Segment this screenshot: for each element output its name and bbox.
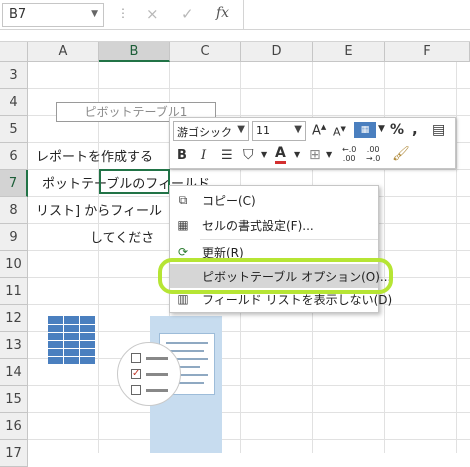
row-header-12[interactable]: 12 <box>0 305 28 332</box>
name-box[interactable]: B7 ▼ <box>2 3 104 27</box>
row-header-6[interactable]: 6 <box>0 143 28 170</box>
pivot-instruction-line-4: してくださ <box>90 231 155 246</box>
name-box-value: B7 <box>9 7 27 22</box>
row-header-16[interactable]: 16 <box>0 413 28 440</box>
column-header-d[interactable]: D <box>241 42 313 62</box>
font-name-value: 游ゴシック <box>177 126 232 139</box>
chevron-down-icon[interactable]: ▼ <box>261 150 267 159</box>
menu-item-copy[interactable]: ⧉ コピー(C) <box>170 188 378 212</box>
drag-handle-icon[interactable]: ⋮ <box>117 6 129 20</box>
highlight-annotation <box>158 258 393 294</box>
italic-button[interactable]: I <box>201 148 206 163</box>
row-header-4[interactable]: 4 <box>0 89 28 116</box>
font-size-select[interactable]: 11 ▼ <box>252 121 306 141</box>
format-table-icon[interactable]: ▤ <box>432 122 445 138</box>
format-painter-icon[interactable]: 🖌 <box>392 146 410 162</box>
row-header-10[interactable]: 10 <box>0 251 28 278</box>
number-format-icon[interactable]: ▦ <box>354 122 376 138</box>
font-name-select[interactable]: 游ゴシック ▼ <box>173 121 249 141</box>
row-header-5[interactable]: 5 <box>0 116 28 143</box>
table-illustration-icon <box>48 316 95 364</box>
decrease-font-size-button[interactable]: A▼ <box>333 125 346 139</box>
mini-toolbar: 游ゴシック ▼ 11 ▼ A▲ A▼ ▦ ▼ % , ▤ B I ☰ ⛉ ▼ A… <box>169 117 456 169</box>
chevron-down-icon[interactable]: ▼ <box>294 150 300 159</box>
row-header-15[interactable]: 15 <box>0 386 28 413</box>
select-all-corner[interactable] <box>0 42 28 62</box>
column-header-c[interactable]: C <box>170 42 241 62</box>
column-header-b[interactable]: B <box>99 42 170 62</box>
fill-color-icon[interactable]: ⛉ <box>243 147 254 163</box>
row-header-11[interactable]: 11 <box>0 278 28 305</box>
formula-input-area <box>0 30 470 42</box>
checklist-illustration-icon: ✓ <box>117 342 181 406</box>
increase-font-size-button[interactable]: A▲ <box>312 123 326 138</box>
pivot-instruction-line-3: リスト] からフィール <box>36 204 162 219</box>
chevron-down-icon[interactable]: ▼ <box>378 124 385 134</box>
formula-divider <box>243 0 244 30</box>
row-header-17[interactable]: 17 <box>0 440 28 467</box>
menu-item-label: コピー(C) <box>202 194 256 208</box>
active-cell-b7[interactable] <box>99 169 170 194</box>
row-header-9[interactable]: 9 <box>0 224 28 251</box>
row-header-3[interactable]: 3 <box>0 62 28 89</box>
font-color-button[interactable]: A <box>275 146 286 164</box>
font-size-value: 11 <box>256 124 270 137</box>
row-header-7[interactable]: 7 <box>0 170 28 197</box>
row-header-14[interactable]: 14 <box>0 359 28 386</box>
comma-style-button[interactable]: , <box>412 120 418 138</box>
insert-function-icon[interactable]: fx <box>216 5 229 21</box>
copy-icon: ⧉ <box>178 193 188 207</box>
chevron-down-icon[interactable]: ▼ <box>326 150 332 159</box>
borders-icon[interactable]: ⊞ <box>309 147 321 163</box>
format-cells-icon: ▦ <box>177 218 189 232</box>
column-header-a[interactable]: A <box>28 42 99 62</box>
increase-decimal-button[interactable]: ←.0 .00 <box>342 145 356 163</box>
formula-bar: B7 ▼ ⋮ × ✓ fx <box>0 0 470 30</box>
enter-icon[interactable]: ✓ <box>181 5 194 23</box>
chevron-down-icon[interactable]: ▼ <box>294 124 302 135</box>
align-center-button[interactable]: ☰ <box>221 148 233 163</box>
decrease-decimal-button[interactable]: .00 →.0 <box>366 145 380 163</box>
cancel-icon[interactable]: × <box>146 5 159 23</box>
column-header-f[interactable]: F <box>385 42 470 62</box>
row-header-8[interactable]: 8 <box>0 197 28 224</box>
chevron-down-icon[interactable]: ▼ <box>237 124 245 135</box>
menu-item-label: セルの書式設定(F)... <box>202 219 314 233</box>
pivot-instruction-line-1: レポートを作成する <box>36 150 154 165</box>
menu-item-format-cells[interactable]: ▦ セルの書式設定(F)... <box>170 213 378 237</box>
column-header-e[interactable]: E <box>313 42 385 62</box>
percent-style-button[interactable]: % <box>390 122 404 138</box>
bold-button[interactable]: B <box>177 148 187 163</box>
chevron-down-icon[interactable]: ▼ <box>91 9 98 19</box>
row-header-13[interactable]: 13 <box>0 332 28 359</box>
